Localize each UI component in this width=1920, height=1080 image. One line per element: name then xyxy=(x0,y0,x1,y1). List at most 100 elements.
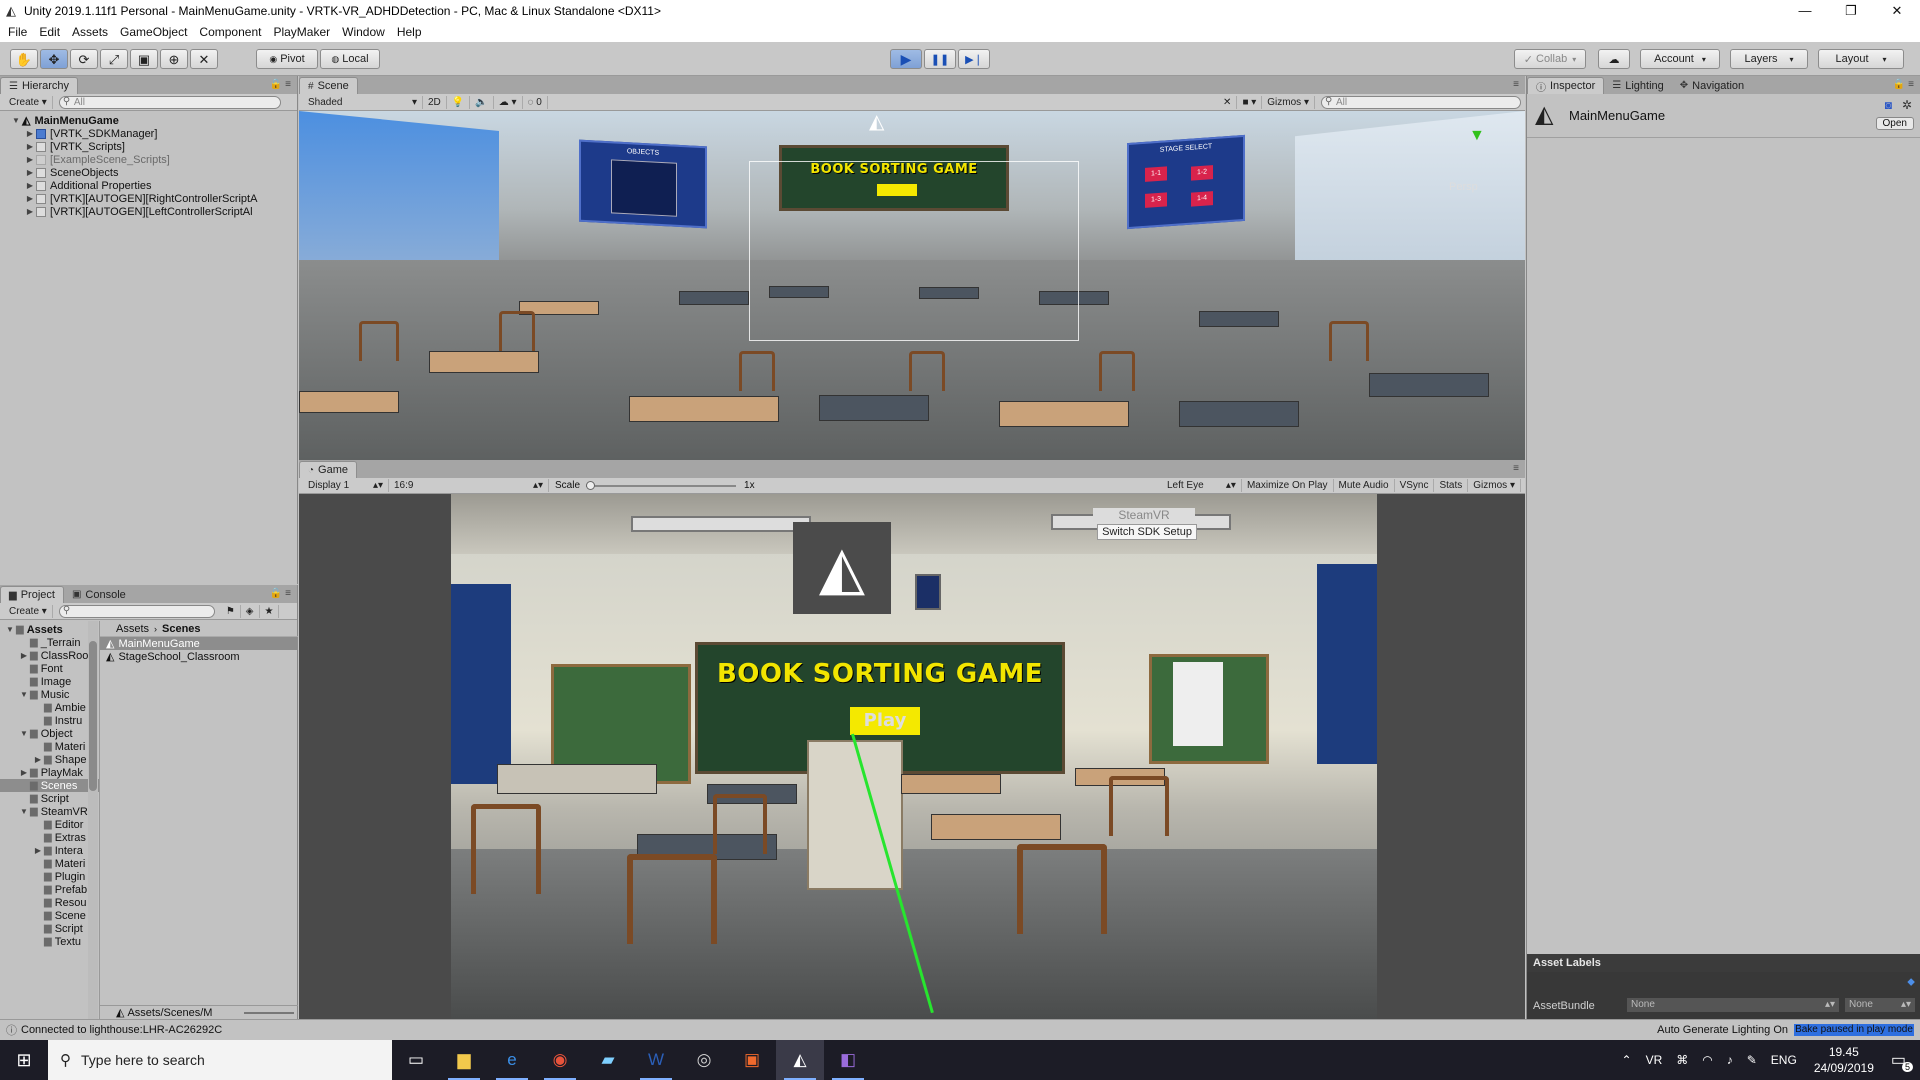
expand-arrow-icon[interactable]: ▼ xyxy=(18,690,30,699)
aspect-dropdown[interactable]: 16:9 ▴▾ xyxy=(389,479,549,492)
project-folder-item[interactable]: ▆ Instru xyxy=(0,714,99,727)
pivot-toggle[interactable]: ◉ Pivot xyxy=(256,49,318,69)
clock[interactable]: 19.45 24/09/2019 xyxy=(1814,1044,1874,1076)
pen-icon[interactable]: ✎ xyxy=(1747,1053,1757,1067)
switch-sdk-button[interactable]: Switch SDK Setup xyxy=(1097,524,1197,540)
expand-arrow-icon[interactable]: ▶ xyxy=(24,155,36,164)
help-icon[interactable]: ◙ xyxy=(1885,98,1892,112)
project-file-item[interactable]: ◭ StageSchool_Classroom xyxy=(100,650,298,664)
project-folder-item[interactable]: ▼ ▆ Object xyxy=(0,727,99,740)
word-taskbar-button[interactable]: W xyxy=(632,1040,680,1080)
panel-menu-icon[interactable]: ≡ xyxy=(1513,79,1519,90)
project-folder-item[interactable]: ▆ Editor xyxy=(0,818,99,831)
project-folder-item[interactable]: ▆ Script xyxy=(0,922,99,935)
hierarchy-item[interactable]: ▶ [VRTK_SDKManager] xyxy=(0,127,297,140)
task-view-taskbar-button[interactable]: ▭ xyxy=(392,1040,440,1080)
tab-navigation[interactable]: ✥ Navigation xyxy=(1671,77,1753,94)
project-folder-item[interactable]: ▶ ▆ PlayMak xyxy=(0,766,99,779)
status-message[interactable]: Connected to lighthouse:LHR-AC26292C xyxy=(21,1024,222,1036)
step-button[interactable]: ▶❘ xyxy=(958,49,990,69)
hierarchy-scene-row[interactable]: ▼ ◭ MainMenuGame xyxy=(0,114,297,128)
project-search-input[interactable] xyxy=(58,604,215,618)
hierarchy-item[interactable]: ▶ [VRTK][AUTOGEN][RightControllerScriptA xyxy=(0,192,297,205)
mute-audio-toggle[interactable]: Mute Audio xyxy=(1334,479,1395,492)
project-folder-item[interactable]: ▼ ▆ Music xyxy=(0,688,99,701)
open-button[interactable]: Open xyxy=(1875,117,1914,130)
rect-tool-button[interactable]: ▣ xyxy=(130,49,158,69)
breadcrumb-assets[interactable]: Assets xyxy=(116,623,149,635)
menu-gameobject[interactable]: GameObject xyxy=(114,25,193,39)
menu-assets[interactable]: Assets xyxy=(66,25,114,39)
expand-arrow-icon[interactable]: ▶ xyxy=(24,181,36,190)
scene-search-input[interactable]: All xyxy=(1321,95,1521,109)
slider-thumb[interactable] xyxy=(586,480,596,490)
menu-file[interactable]: File xyxy=(2,25,33,39)
audio-toggle-icon[interactable]: 🔈 xyxy=(470,95,494,109)
shading-mode-dropdown[interactable]: Shaded ▾ xyxy=(303,95,423,109)
project-folder-item[interactable]: ▆ Script xyxy=(0,792,99,805)
tab-console[interactable]: ▣ Console xyxy=(63,586,134,603)
project-folder-item[interactable]: ▆ _Terrain xyxy=(0,636,99,649)
panel-menu-icon[interactable]: 🔒 ≡ xyxy=(270,79,291,90)
tree-scrollbar[interactable] xyxy=(88,621,98,1019)
project-folder-item[interactable]: ▆ Materi xyxy=(0,740,99,753)
expand-arrow-icon[interactable]: ▶ xyxy=(18,768,30,777)
menu-component[interactable]: Component xyxy=(193,25,267,39)
project-folder-item[interactable]: ▆ Materi xyxy=(0,857,99,870)
project-folder-item[interactable]: ▆ Plugin xyxy=(0,870,99,883)
filter-label-icon[interactable]: ◈ xyxy=(241,604,260,618)
lighting-toggle-icon[interactable]: 💡 xyxy=(447,95,471,109)
scrollbar-thumb[interactable] xyxy=(89,641,97,791)
menu-edit[interactable]: Edit xyxy=(33,25,66,39)
close-button[interactable]: ✕ xyxy=(1874,0,1920,22)
game-play-button[interactable]: Play xyxy=(850,707,920,735)
camera-dropdown-icon[interactable]: ■ ▾ xyxy=(1237,95,1263,109)
layers-dropdown[interactable]: Layers ▾ xyxy=(1730,49,1808,69)
language-indicator[interactable]: ENG xyxy=(1771,1053,1797,1067)
scene-viewport[interactable]: BOOK SORTING GAME OBJECTS STAGE SELECT 1… xyxy=(299,111,1525,460)
local-toggle[interactable]: ◍ Local xyxy=(320,49,380,69)
maximize-on-play-toggle[interactable]: Maximize On Play xyxy=(1242,479,1334,492)
hierarchy-search-input[interactable]: All xyxy=(58,95,281,109)
expand-arrow-icon[interactable]: ▶ xyxy=(24,129,36,138)
effects-dropdown-icon[interactable]: ☁ ▾ xyxy=(494,95,523,109)
project-folder-item[interactable]: ▆ Resou xyxy=(0,896,99,909)
panel-menu-icon[interactable]: 🔒 ≡ xyxy=(1893,79,1914,90)
notification-icon[interactable]: ▭ 5 xyxy=(1891,1050,1913,1072)
panel-menu-icon[interactable]: ≡ xyxy=(1513,463,1519,474)
move-tool-button[interactable]: ✥ xyxy=(40,49,68,69)
panel-menu-icon[interactable]: 🔒 ≡ xyxy=(270,588,291,599)
expand-arrow-icon[interactable]: ▶ xyxy=(32,755,44,764)
hierarchy-item[interactable]: ▶ [ExampleScene_Scripts] xyxy=(0,153,297,166)
maximize-button[interactable]: ❐ xyxy=(1828,0,1874,22)
vsync-toggle[interactable]: VSync xyxy=(1395,479,1435,492)
project-create-button[interactable]: Create ▾ xyxy=(4,604,53,618)
project-folder-item[interactable]: ▶ ▆ Shape xyxy=(0,753,99,766)
notes-taskbar-button[interactable]: ▰ xyxy=(584,1040,632,1080)
layout-dropdown[interactable]: Layout ▾ xyxy=(1818,49,1904,69)
project-folder-item[interactable]: ▼ ▆ Assets xyxy=(0,623,99,636)
tab-hierarchy[interactable]: ☰ Hierarchy xyxy=(0,77,79,94)
asset-variant-dropdown[interactable]: None ▴▾ xyxy=(1845,998,1915,1012)
unity-taskbar-button[interactable]: ◭ xyxy=(776,1040,824,1080)
breadcrumb-scenes[interactable]: Scenes xyxy=(162,623,201,635)
expand-arrow-icon[interactable]: ▶ xyxy=(24,168,36,177)
hierarchy-item[interactable]: ▶ SceneObjects xyxy=(0,166,297,179)
project-folder-item[interactable]: ▆ Scenes xyxy=(0,779,99,792)
hidden-objects-toggle[interactable]: ◌ 0 xyxy=(523,95,548,109)
edge-taskbar-button[interactable]: e xyxy=(488,1040,536,1080)
app-orange-taskbar-button[interactable]: ▣ xyxy=(728,1040,776,1080)
project-folder-item[interactable]: ▆ Textu xyxy=(0,935,99,948)
project-folder-item[interactable]: ▶ ▆ ClassRoo xyxy=(0,649,99,662)
tools-icon[interactable]: ✕ xyxy=(1218,95,1238,109)
vpn-taskbar-button[interactable]: ◎ xyxy=(680,1040,728,1080)
project-folder-item[interactable]: ▆ Font xyxy=(0,662,99,675)
expand-arrow-icon[interactable]: ▶ xyxy=(24,194,36,203)
project-folder-item[interactable]: ▆ Prefab xyxy=(0,883,99,896)
hierarchy-create-button[interactable]: Create ▾ xyxy=(4,95,53,109)
expand-arrow-icon[interactable]: ▶ xyxy=(32,846,44,855)
expand-arrow-icon[interactable]: ▼ xyxy=(4,625,16,634)
tab-game[interactable]: ◔ Game xyxy=(299,461,358,478)
eye-dropdown[interactable]: Left Eye ▴▾ xyxy=(1162,479,1242,492)
favorite-icon[interactable]: ★ xyxy=(260,604,280,618)
